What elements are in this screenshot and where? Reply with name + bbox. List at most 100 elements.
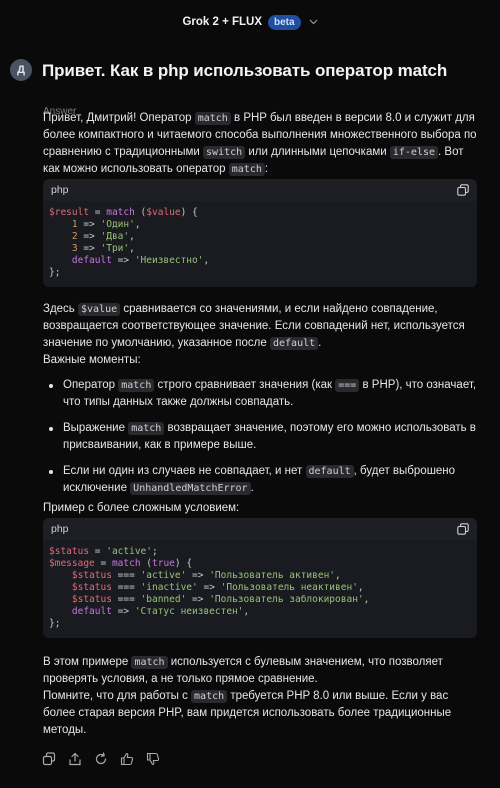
copy-icon[interactable] xyxy=(457,523,469,535)
copy-icon[interactable] xyxy=(42,752,56,766)
copy-icon[interactable] xyxy=(457,184,469,196)
code-line: 3 => 'Три', xyxy=(49,243,471,255)
inline-code: match xyxy=(191,690,228,703)
list-item: Оператор match строго сравнивает значени… xyxy=(43,377,479,411)
code-token: 'Неизвестно' xyxy=(134,255,204,266)
text: или длинными цепочками xyxy=(245,146,390,158)
code-token: 'Один' xyxy=(100,219,135,230)
inline-code: $value xyxy=(78,303,121,316)
answer-explanation: Здесь $value сравнивается со значениями,… xyxy=(43,301,479,369)
complex-heading-wrap: Пример с более сложным условием: xyxy=(43,500,479,517)
inline-code: === xyxy=(335,379,360,392)
inline-code: UnhandledMatchError xyxy=(130,482,251,495)
code-token: $value xyxy=(146,207,181,218)
question-title: Привет. Как в php использовать оператор … xyxy=(42,60,448,80)
code-token: match xyxy=(106,207,135,218)
text: Помните, что для работы с xyxy=(43,690,192,702)
code-token: = xyxy=(89,546,107,557)
code-token: $status xyxy=(71,594,112,605)
text: Выражение xyxy=(63,422,129,434)
code-content[interactable]: $status = 'active'; $message = match (tru… xyxy=(43,540,477,638)
code-token: 'Пользователь заблокирован' xyxy=(209,594,364,605)
code-token: , xyxy=(243,606,250,617)
text: В этом примере xyxy=(43,656,132,668)
complex-heading: Пример с более сложным условием: xyxy=(43,502,240,514)
code-token: 'Два' xyxy=(100,231,130,242)
text: Привет, Дмитрий! Оператор xyxy=(43,112,195,124)
model-name[interactable]: Grok 2 + FLUX xyxy=(182,14,262,31)
list-item: Если ни один из случаев не совпадает, и … xyxy=(43,463,479,497)
thumbs-up-icon[interactable] xyxy=(120,752,134,766)
code-language: php xyxy=(51,522,69,535)
chat-page: Grok 2 + FLUX beta Д Привет. Как в php и… xyxy=(0,0,500,788)
code-token: match xyxy=(111,558,141,569)
code-header: php xyxy=(43,518,477,540)
important-list: Оператор match строго сравнивает значени… xyxy=(43,377,479,506)
inline-code: match xyxy=(194,112,231,125)
regenerate-icon[interactable] xyxy=(94,752,108,766)
important-heading: Важные моменты: xyxy=(43,354,141,366)
code-token: => xyxy=(111,606,135,617)
code-line: $status = 'active'; xyxy=(49,546,471,558)
code-token: , xyxy=(203,255,210,266)
user-question: Д Привет. Как в php использовать операто… xyxy=(0,44,500,88)
code-token: , xyxy=(335,570,341,581)
code-token: 'Пользователь активен' xyxy=(209,570,336,581)
code-line: }; xyxy=(49,267,471,279)
code-token: , xyxy=(357,582,364,593)
code-token: 'Пользователь неактивен' xyxy=(220,582,358,593)
code-token: 'Три' xyxy=(100,243,130,254)
user-avatar: Д xyxy=(10,59,32,81)
code-line: default => 'Статус неизвестен', xyxy=(49,606,471,618)
inline-code: match xyxy=(228,163,265,176)
code-token: , xyxy=(129,231,135,242)
code-token: 'banned' xyxy=(140,594,187,605)
text: строго сравнивает значения (как xyxy=(154,379,336,391)
code-token: => xyxy=(77,243,101,254)
code-token: = xyxy=(89,207,107,218)
code-line: $status === 'active' => 'Пользователь ак… xyxy=(49,570,471,582)
code-token: => xyxy=(186,594,210,605)
code-token: ) { xyxy=(174,558,193,569)
share-icon[interactable] xyxy=(68,752,82,766)
code-language: php xyxy=(51,183,69,196)
text: Если ни один из случаев не совпадает, и … xyxy=(63,465,306,477)
code-token: 'Статус неизвестен' xyxy=(134,606,244,617)
text: . xyxy=(318,337,322,349)
code-token: $status xyxy=(71,570,112,581)
inline-code: if-else xyxy=(389,146,439,159)
code-token: => xyxy=(111,255,135,266)
inline-code: match xyxy=(131,656,168,669)
code-token: ( xyxy=(140,558,152,569)
code-token: ; xyxy=(151,546,158,557)
code-header: php xyxy=(43,179,477,201)
code-token: => xyxy=(77,231,101,242)
list-item: Выражение match возвращает значение, поэ… xyxy=(43,420,479,454)
text: : xyxy=(264,163,269,175)
thumbs-down-icon[interactable] xyxy=(146,752,160,766)
answer-intro: Привет, Дмитрий! Оператор match в PHP бы… xyxy=(43,110,479,178)
code-line: $message = match (true) { xyxy=(49,558,471,570)
code-content[interactable]: $result = match ($value) { 1 => 'Один', … xyxy=(43,201,477,287)
code-token: 'inactive' xyxy=(140,582,198,593)
code-token: = xyxy=(94,558,112,569)
text: Оператор xyxy=(63,379,119,391)
model-selector[interactable]: Grok 2 + FLUX beta xyxy=(0,0,500,44)
code-line: }; xyxy=(49,618,471,630)
inline-code: switch xyxy=(203,146,246,159)
code-token: , xyxy=(129,243,135,254)
chevron-down-icon[interactable] xyxy=(309,14,318,31)
code-line: 2 => 'Два', xyxy=(49,231,471,243)
code-token: === xyxy=(111,594,141,605)
code-token: === xyxy=(111,570,141,581)
code-block-1: php $result = match ($value) { 1 => 'Оди… xyxy=(43,179,477,287)
code-token: $message xyxy=(49,558,95,569)
code-token: $result xyxy=(49,207,90,218)
inline-code: default xyxy=(269,337,319,350)
code-token: , xyxy=(134,219,141,230)
code-line: $status === 'banned' => 'Пользователь за… xyxy=(49,594,471,606)
